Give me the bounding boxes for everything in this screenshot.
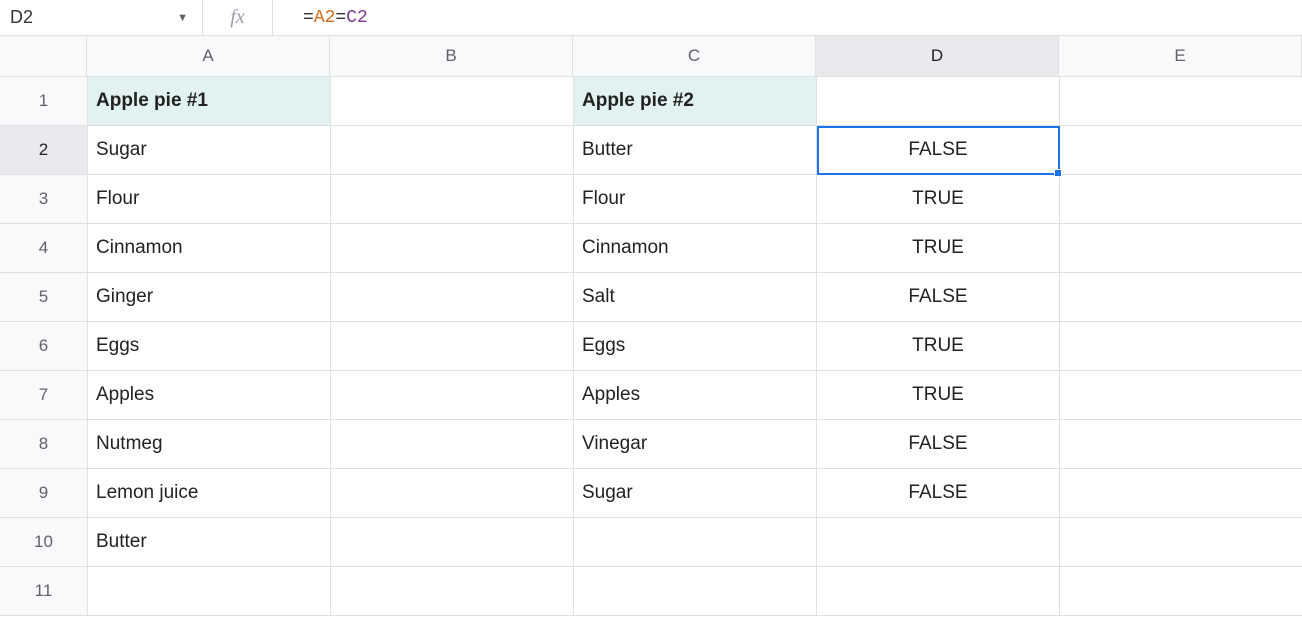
row-header-4[interactable]: 4: [0, 224, 88, 273]
cell-a8[interactable]: Nutmeg: [88, 420, 331, 469]
cell-d1[interactable]: [817, 77, 1060, 126]
cell-b6[interactable]: [331, 322, 574, 371]
cell-a1[interactable]: Apple pie #1: [88, 77, 331, 126]
cell-b4[interactable]: [331, 224, 574, 273]
row-header-2[interactable]: 2: [0, 126, 88, 175]
cell-b7[interactable]: [331, 371, 574, 420]
row-header-10[interactable]: 10: [0, 518, 88, 567]
cell-d11[interactable]: [817, 567, 1060, 616]
header-row-strip: A B C D E: [0, 36, 1302, 77]
row-header-11[interactable]: 11: [0, 567, 88, 616]
cell-b3[interactable]: [331, 175, 574, 224]
row-header-8[interactable]: 8: [0, 420, 88, 469]
name-box-dropdown[interactable]: ▼: [88, 0, 203, 35]
table-row: [88, 567, 1302, 616]
col-header-a[interactable]: A: [87, 36, 330, 77]
cell-e5[interactable]: [1060, 273, 1302, 322]
cell-b1[interactable]: [331, 77, 574, 126]
cell-e2[interactable]: [1060, 126, 1302, 175]
row-header-6[interactable]: 6: [0, 322, 88, 371]
table-row: Lemon juice Sugar FALSE: [88, 469, 1302, 518]
row-headers: 1 2 3 4 5 6 7 8 9 10 11: [0, 77, 88, 616]
cell-e4[interactable]: [1060, 224, 1302, 273]
cell-c2[interactable]: Butter: [574, 126, 817, 175]
formula-equals: =: [303, 8, 314, 28]
col-header-d[interactable]: D: [816, 36, 1059, 77]
cell-b9[interactable]: [331, 469, 574, 518]
cell-e1[interactable]: [1060, 77, 1302, 126]
cell-d6[interactable]: TRUE: [817, 322, 1060, 371]
table-row: Flour Flour TRUE: [88, 175, 1302, 224]
cell-c11[interactable]: [574, 567, 817, 616]
cell-a9[interactable]: Lemon juice: [88, 469, 331, 518]
col-header-b[interactable]: B: [330, 36, 573, 77]
cell-b5[interactable]: [331, 273, 574, 322]
row-header-3[interactable]: 3: [0, 175, 88, 224]
cell-d10[interactable]: [817, 518, 1060, 567]
column-headers: A B C D E: [87, 36, 1302, 77]
formula-operator: =: [335, 8, 346, 28]
formula-ref-c2: C2: [346, 8, 368, 28]
cell-e8[interactable]: [1060, 420, 1302, 469]
grid-body: 1 2 3 4 5 6 7 8 9 10 11 Apple pie #1 App…: [0, 77, 1302, 616]
cell-a6[interactable]: Eggs: [88, 322, 331, 371]
fx-label: fx: [203, 0, 273, 35]
cell-c8[interactable]: Vinegar: [574, 420, 817, 469]
cell-d8[interactable]: FALSE: [817, 420, 1060, 469]
cell-e11[interactable]: [1060, 567, 1302, 616]
formula-ref-a2: A2: [314, 8, 336, 28]
formula-bar: D2 ▼ fx =A2=C2: [0, 0, 1302, 36]
table-row: Sugar Butter FALSE: [88, 126, 1302, 175]
cell-b2[interactable]: [331, 126, 574, 175]
cell-a3[interactable]: Flour: [88, 175, 331, 224]
cell-a10[interactable]: Butter: [88, 518, 331, 567]
cell-c1[interactable]: Apple pie #2: [574, 77, 817, 126]
cell-b10[interactable]: [331, 518, 574, 567]
formula-input[interactable]: =A2=C2: [273, 0, 1302, 35]
table-row: Nutmeg Vinegar FALSE: [88, 420, 1302, 469]
cell-a11[interactable]: [88, 567, 331, 616]
cell-c3[interactable]: Flour: [574, 175, 817, 224]
table-row: Apple pie #1 Apple pie #2: [88, 77, 1302, 126]
cell-b11[interactable]: [331, 567, 574, 616]
row-header-5[interactable]: 5: [0, 273, 88, 322]
row-header-7[interactable]: 7: [0, 371, 88, 420]
table-row: Ginger Salt FALSE: [88, 273, 1302, 322]
row-header-1[interactable]: 1: [0, 77, 88, 126]
select-all-corner[interactable]: [0, 36, 87, 77]
cell-c5[interactable]: Salt: [574, 273, 817, 322]
col-header-c[interactable]: C: [573, 36, 816, 77]
cell-a2[interactable]: Sugar: [88, 126, 331, 175]
cell-d7[interactable]: TRUE: [817, 371, 1060, 420]
cell-e10[interactable]: [1060, 518, 1302, 567]
chevron-down-icon: ▼: [177, 12, 188, 24]
name-box-container[interactable]: D2 ▼: [0, 0, 203, 35]
table-row: Apples Apples TRUE: [88, 371, 1302, 420]
name-box[interactable]: D2: [0, 0, 88, 35]
table-row: Butter: [88, 518, 1302, 567]
cell-d5[interactable]: FALSE: [817, 273, 1060, 322]
cell-c10[interactable]: [574, 518, 817, 567]
cell-c6[interactable]: Eggs: [574, 322, 817, 371]
table-row: Eggs Eggs TRUE: [88, 322, 1302, 371]
cell-b8[interactable]: [331, 420, 574, 469]
table-row: Cinnamon Cinnamon TRUE: [88, 224, 1302, 273]
cell-d9[interactable]: FALSE: [817, 469, 1060, 518]
cell-a5[interactable]: Ginger: [88, 273, 331, 322]
cell-c4[interactable]: Cinnamon: [574, 224, 817, 273]
col-header-e[interactable]: E: [1059, 36, 1302, 77]
row-header-9[interactable]: 9: [0, 469, 88, 518]
cell-a7[interactable]: Apples: [88, 371, 331, 420]
cell-e3[interactable]: [1060, 175, 1302, 224]
cell-e6[interactable]: [1060, 322, 1302, 371]
cell-a4[interactable]: Cinnamon: [88, 224, 331, 273]
cell-d2[interactable]: FALSE: [817, 126, 1060, 175]
cell-d3[interactable]: TRUE: [817, 175, 1060, 224]
cell-d4[interactable]: TRUE: [817, 224, 1060, 273]
cell-c7[interactable]: Apples: [574, 371, 817, 420]
cell-c9[interactable]: Sugar: [574, 469, 817, 518]
cell-e7[interactable]: [1060, 371, 1302, 420]
cells-container: Apple pie #1 Apple pie #2 Sugar Butter F…: [88, 77, 1302, 616]
cell-e9[interactable]: [1060, 469, 1302, 518]
